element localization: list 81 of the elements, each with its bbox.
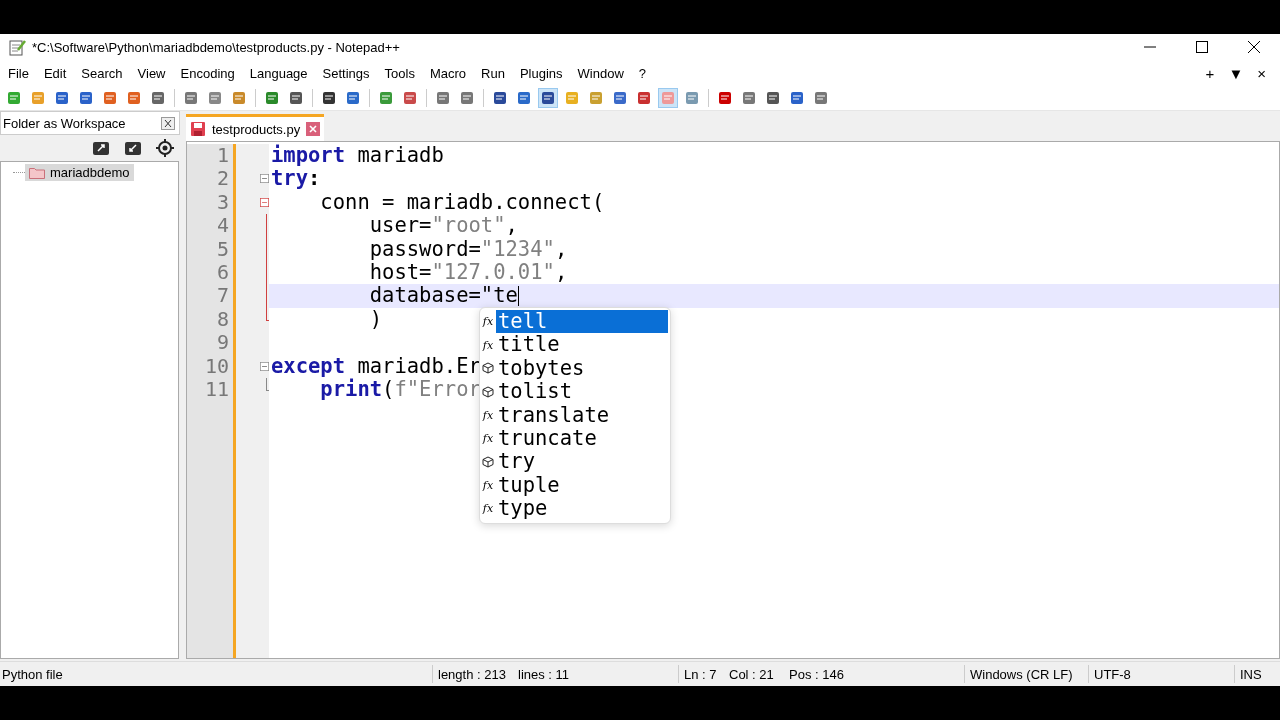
cube-icon <box>482 362 494 375</box>
menu-item[interactable]: Window <box>577 65 624 81</box>
menu-item[interactable]: Tools <box>384 65 415 81</box>
panel-title: Folder as Workspace <box>3 115 126 131</box>
completion-item[interactable]: type <box>496 497 668 521</box>
column-info: Col : 21 <box>729 666 775 682</box>
completion-item[interactable]: title <box>496 333 668 357</box>
completion-item[interactable]: truncate <box>496 426 668 451</box>
line-number: 2 <box>215 167 230 191</box>
close-icon[interactable] <box>161 116 175 130</box>
code-line: print(f"Error <box>320 376 481 401</box>
line-number: 4 <box>215 214 230 238</box>
code-line: conn = mariadb.connect( <box>319 189 605 214</box>
code-line: database="te <box>368 283 520 308</box>
save-icon <box>190 121 206 137</box>
length-info: length : 213 <box>437 666 507 682</box>
fold-marker-icon[interactable] <box>260 172 269 186</box>
line-number: 7 <box>215 284 230 308</box>
tree-item[interactable]: mariadbdemo <box>25 164 134 181</box>
expand-icon[interactable] <box>92 139 110 157</box>
function-icon: fx <box>480 315 496 329</box>
menu-item[interactable]: Plugins <box>519 65 563 81</box>
fold-marker-icon[interactable] <box>260 195 269 209</box>
line-number: 9 <box>215 331 230 355</box>
completion-item[interactable]: tell <box>496 310 668 334</box>
function-icon: fx <box>480 502 496 516</box>
line-number: 10 <box>203 354 230 378</box>
toolbar-icon[interactable] <box>538 88 558 108</box>
menu-button[interactable]: + <box>1205 64 1215 82</box>
completion-item[interactable]: tobytes <box>496 356 668 381</box>
file-tab[interactable]: testproducts.py <box>186 114 325 141</box>
code-line: ) <box>368 306 383 331</box>
menu-item[interactable]: File <box>8 65 29 81</box>
menu-button[interactable]: × <box>1257 64 1266 82</box>
code-line: try: <box>271 166 321 191</box>
cube-icon <box>482 385 494 398</box>
encoding: UTF-8 <box>1093 666 1132 682</box>
code-line: password="1234", <box>368 236 568 261</box>
menu-item[interactable]: Language <box>249 65 308 81</box>
menu-button[interactable]: ▼ <box>1228 64 1244 82</box>
function-icon: fx <box>480 478 496 492</box>
folder-icon <box>29 166 45 179</box>
function-icon: fx <box>480 338 496 352</box>
line-ending: Windows (CR LF) <box>969 666 1074 682</box>
menu-item[interactable]: Edit <box>43 65 67 81</box>
completion-item[interactable]: tolist <box>496 380 668 404</box>
maximize-icon[interactable] <box>1196 41 1208 53</box>
notepad-icon <box>8 38 26 56</box>
completion-item[interactable]: try <box>496 450 668 474</box>
file-type: Python file <box>1 666 64 682</box>
completion-item[interactable]: translate <box>496 403 668 427</box>
menu-item[interactable]: View <box>137 65 166 81</box>
cube-icon <box>482 456 494 469</box>
line-number: 6 <box>215 260 230 285</box>
fold-marker-icon[interactable] <box>260 359 269 373</box>
code-line: import mariadb <box>271 143 444 167</box>
function-icon: fx <box>480 408 496 422</box>
menu-item[interactable]: Settings <box>322 65 370 81</box>
lines-info: lines : 11 <box>518 666 571 682</box>
insert-mode: INS <box>1239 666 1262 682</box>
line-number: 11 <box>203 377 230 402</box>
locate-icon[interactable] <box>156 139 174 157</box>
code-line: except mariadb.Er <box>271 353 481 378</box>
menu-item[interactable]: Macro <box>429 65 467 81</box>
menu-item[interactable]: ? <box>638 65 647 81</box>
line-info: Ln : 7 <box>683 666 718 682</box>
completion-item[interactable]: tuple <box>496 473 668 498</box>
line-number: 8 <box>215 307 230 332</box>
position-info: Pos : 146 <box>789 666 845 682</box>
close-icon[interactable] <box>1248 41 1260 53</box>
collapse-icon[interactable] <box>124 139 142 157</box>
code-line: user="root", <box>368 213 518 238</box>
menu-item[interactable]: Encoding <box>180 65 235 81</box>
menu-item[interactable]: Search <box>81 65 123 81</box>
line-number: 1 <box>215 144 230 168</box>
menu-item[interactable]: Run <box>481 65 505 81</box>
function-icon: fx <box>480 432 496 446</box>
window-title: *C:\Software\Python\mariadbdemo\testproducts.py - Notepad++ <box>32 39 400 55</box>
code-line: host="127.0.01", <box>368 259 568 284</box>
line-number: 5 <box>215 237 230 261</box>
line-number: 3 <box>215 190 230 215</box>
